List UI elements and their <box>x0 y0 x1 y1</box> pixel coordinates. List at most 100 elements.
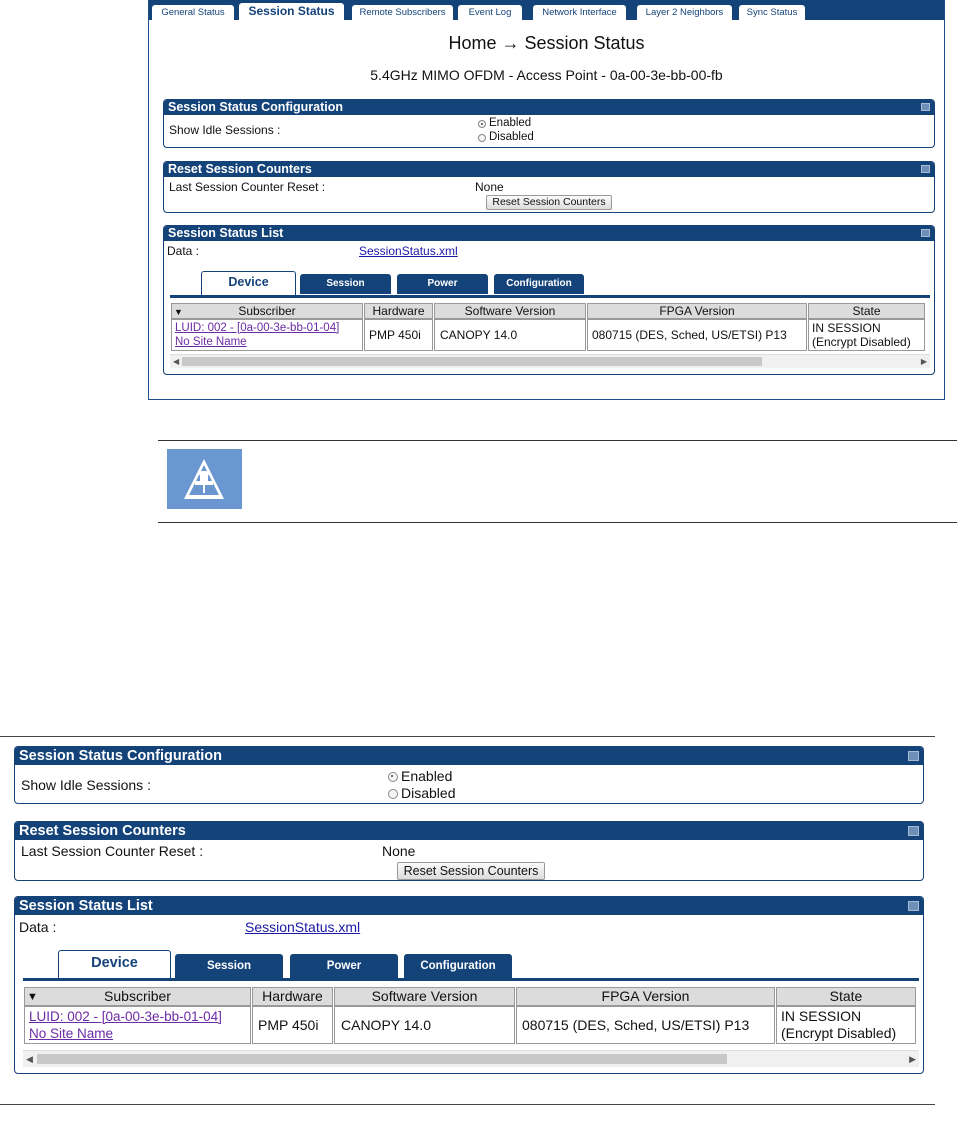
page-title: Home → Session Status <box>448 33 645 53</box>
subscriber-site-link[interactable]: No Site Name <box>29 1025 246 1042</box>
column-header-software-version[interactable]: Software Version <box>434 303 586 319</box>
scrollbar-thumb[interactable] <box>182 357 762 366</box>
session-status-configuration-panel-large: Session Status Configuration Show Idle S… <box>14 746 924 804</box>
panel-title: Session Status Configuration <box>168 100 344 114</box>
figure-top-rule <box>0 736 935 737</box>
data-label: Data : <box>19 919 57 935</box>
subtab-configuration[interactable]: Configuration <box>494 274 584 294</box>
sort-desc-icon[interactable]: ▼ <box>27 989 38 1005</box>
panel-title: Reset Session Counters <box>19 823 186 839</box>
data-label: Data : <box>167 244 200 258</box>
tab-sync-status[interactable]: Sync Status <box>739 5 805 20</box>
show-idle-sessions-label: Show Idle Sessions : <box>169 123 281 137</box>
last-reset-label: Last Session Counter Reset : <box>169 180 326 194</box>
disabled-radio[interactable] <box>478 134 486 142</box>
subtab-power[interactable]: Power <box>397 274 488 294</box>
scroll-left-icon[interactable]: ◀ <box>173 357 179 366</box>
last-reset-value: None <box>382 843 416 859</box>
subtab-device[interactable]: Device <box>58 950 171 979</box>
page-subtitle: 5.4GHz MIMO OFDM - Access Point - 0a-00-… <box>370 67 723 83</box>
figure-bottom-rule <box>0 1104 935 1105</box>
column-header-subscriber[interactable]: ▼ Subscriber <box>171 303 363 319</box>
subtab-device[interactable]: Device <box>201 271 296 295</box>
subtab-configuration[interactable]: Configuration <box>404 954 512 978</box>
panel-title: Session Status Configuration <box>19 748 223 764</box>
column-header-state[interactable]: State <box>808 303 925 319</box>
panel-header: Reset Session Counters <box>164 162 934 177</box>
last-reset-label: Last Session Counter Reset : <box>21 843 204 859</box>
disabled-option-label: Disabled <box>489 131 534 143</box>
software-version-cell: CANOPY 14.0 <box>434 319 586 351</box>
enabled-option-label: Enabled <box>489 117 532 129</box>
minimize-icon[interactable] <box>908 826 919 836</box>
software-version-cell: CANOPY 14.0 <box>334 1006 515 1044</box>
column-header-state[interactable]: State <box>776 987 916 1006</box>
session-status-list-panel-large: Session Status List Data : SessionStatus… <box>14 896 924 1074</box>
column-header-fpga-version[interactable]: FPGA Version <box>587 303 807 319</box>
reset-session-counters-button[interactable]: Reset Session Counters <box>397 862 545 880</box>
subscriber-site-link[interactable]: No Site Name <box>175 335 359 349</box>
minimize-icon[interactable] <box>921 165 930 173</box>
subscriber-luid-link[interactable]: LUID: 002 - [0a-00-3e-bb-01-04] <box>29 1008 246 1025</box>
column-header-subscriber[interactable]: ▼ Subscriber <box>24 987 251 1006</box>
reset-session-counters-button[interactable]: Reset Session Counters <box>486 195 612 210</box>
enabled-radio[interactable] <box>388 772 398 782</box>
state-line1: IN SESSION <box>812 321 881 335</box>
horizontal-scrollbar[interactable]: ◀ ▶ <box>23 1050 919 1067</box>
horizontal-scrollbar[interactable]: ◀ ▶ <box>170 354 930 368</box>
panel-header: Session Status List <box>164 226 934 241</box>
minimize-icon[interactable] <box>921 103 930 111</box>
reset-session-counters-panel: Reset Session Counters Last Session Coun… <box>163 161 935 213</box>
scroll-right-icon[interactable]: ▶ <box>909 1054 916 1065</box>
subtab-session[interactable]: Session <box>175 954 283 978</box>
note-top-rule <box>158 440 957 441</box>
device-grid: ▼ Subscriber Hardware Software Version F… <box>170 295 930 351</box>
panel-header: Session Status List <box>15 897 923 915</box>
scroll-right-icon[interactable]: ▶ <box>921 357 927 366</box>
sort-desc-icon[interactable]: ▼ <box>174 305 183 318</box>
column-header-hardware[interactable]: Hardware <box>252 987 333 1006</box>
disabled-radio[interactable] <box>388 789 398 799</box>
panel-header: Session Status Configuration <box>164 100 934 115</box>
minimize-icon[interactable] <box>908 901 919 911</box>
tab-remote-subscribers[interactable]: Remote Subscribers <box>352 5 453 20</box>
panel-title: Reset Session Counters <box>168 162 312 176</box>
tab-event-log[interactable]: Event Log <box>458 5 522 20</box>
hardware-cell: PMP 450i <box>364 319 433 351</box>
session-status-screenshot-top: General Status Session Status Remote Sub… <box>148 0 945 400</box>
session-status-xml-link[interactable]: SessionStatus.xml <box>245 919 360 935</box>
subscriber-luid-link[interactable]: LUID: 002 - [0a-00-3e-bb-01-04] <box>175 321 359 335</box>
tab-layer2-neighbors[interactable]: Layer 2 Neighbors <box>637 5 732 20</box>
subtab-session[interactable]: Session <box>300 274 391 294</box>
panel-header: Session Status Configuration <box>15 747 923 765</box>
panel-header: Reset Session Counters <box>15 822 923 840</box>
tab-general-status[interactable]: General Status <box>152 5 234 20</box>
panel-title: Session Status List <box>168 226 284 240</box>
state-cell: IN SESSION (Encrypt Disabled) <box>776 1006 916 1044</box>
session-status-xml-link[interactable]: SessionStatus.xml <box>359 244 458 258</box>
scrollbar-thumb[interactable] <box>37 1054 727 1064</box>
column-header-fpga-version[interactable]: FPGA Version <box>516 987 775 1006</box>
enabled-option-label: Enabled <box>401 768 453 784</box>
subtab-power[interactable]: Power <box>290 954 398 978</box>
reset-session-counters-panel-large: Reset Session Counters Last Session Coun… <box>14 821 924 881</box>
last-reset-value: None <box>475 180 504 194</box>
state-line2: (Encrypt Disabled) <box>812 335 911 349</box>
fpga-version-cell: 080715 (DES, Sched, US/ETSI) P13 <box>587 319 807 351</box>
minimize-icon[interactable] <box>908 751 919 761</box>
minimize-icon[interactable] <box>921 229 930 237</box>
enabled-radio[interactable] <box>478 120 486 128</box>
session-status-configuration-panel: Session Status Configuration Show Idle S… <box>163 99 935 148</box>
column-header-software-version[interactable]: Software Version <box>334 987 515 1006</box>
show-idle-sessions-label: Show Idle Sessions : <box>21 777 151 793</box>
scroll-left-icon[interactable]: ◀ <box>26 1054 33 1065</box>
tab-network-interface[interactable]: Network Interface <box>533 5 626 20</box>
column-header-hardware[interactable]: Hardware <box>364 303 433 319</box>
tab-session-status[interactable]: Session Status <box>239 3 344 20</box>
panel-title: Session Status List <box>19 898 153 914</box>
table-row-subscriber-cell: LUID: 002 - [0a-00-3e-bb-01-04] No Site … <box>171 319 363 351</box>
main-tab-bar: General Status Session Status Remote Sub… <box>149 0 944 20</box>
fpga-version-cell: 080715 (DES, Sched, US/ETSI) P13 <box>516 1006 775 1044</box>
device-grid: ▼ Subscriber Hardware Software Version F… <box>23 978 919 1048</box>
note-bottom-rule <box>158 522 957 523</box>
